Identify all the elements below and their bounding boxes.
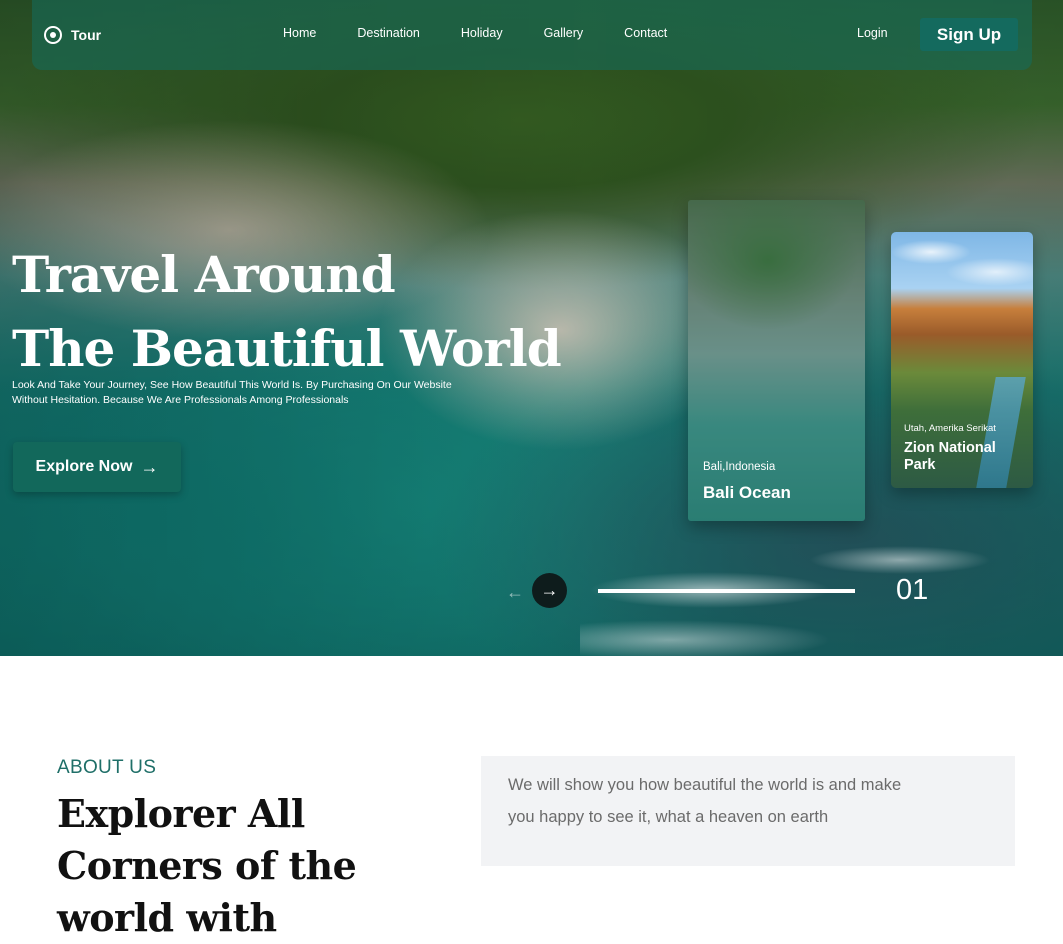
explore-now-label: Explore Now [35, 458, 133, 475]
arrow-right-icon: → [140, 456, 159, 477]
arrow-left-icon: ← [506, 582, 524, 602]
nav-links: Home Destination Holiday Gallery Contact [283, 26, 708, 40]
hero-waves-decoration [580, 530, 1063, 656]
nav-link-holiday[interactable]: Holiday [461, 26, 503, 40]
signup-button[interactable]: Sign Up [920, 18, 1018, 51]
about-label: ABOUT US [57, 757, 157, 778]
slider-prev-button[interactable]: ← [505, 582, 525, 602]
nav-link-contact[interactable]: Contact [624, 26, 667, 40]
nav-link-destination[interactable]: Destination [357, 26, 420, 40]
nav-link-home[interactable]: Home [283, 26, 316, 40]
navbar: Tour Home Destination Holiday Gallery Co… [32, 0, 1032, 70]
slide-counter: 01 [896, 574, 929, 606]
explore-now-button[interactable]: Explore Now → [13, 442, 181, 492]
card-location: Bali,Indonesia [703, 461, 776, 473]
nav-link-gallery[interactable]: Gallery [544, 26, 584, 40]
slider-progress-bar [598, 589, 855, 593]
destination-card-bali[interactable]: Bali,Indonesia Bali Ocean [688, 200, 865, 521]
card-location: Utah, Amerika Serikat [904, 423, 996, 434]
logo-icon [44, 26, 62, 44]
about-description-box: We will show you how beautiful the world… [481, 756, 1015, 866]
card-title: Bali Ocean [703, 483, 791, 502]
hero-title-line-1: Travel Around [12, 245, 396, 304]
hero-section: Tour Home Destination Holiday Gallery Co… [0, 0, 1063, 656]
destination-card-zion[interactable]: Utah, Amerika Serikat Zion National Park [891, 232, 1033, 488]
about-title: Explorer All Corners of the world with [57, 791, 357, 940]
hero-title: Travel Around The Beautiful World [12, 238, 612, 386]
arrow-right-icon: → [540, 580, 559, 600]
logo[interactable]: Tour [44, 24, 101, 46]
hero-title-line-2: The Beautiful World [12, 319, 562, 378]
hero-description: Look And Take Your Journey, See How Beau… [12, 379, 452, 406]
about-description: We will show you how beautiful the world… [508, 776, 902, 826]
logo-text: Tour [71, 27, 102, 43]
card-title: Zion National Park [904, 440, 996, 473]
login-link[interactable]: Login [857, 26, 888, 40]
slider-next-button[interactable]: → [532, 573, 567, 608]
